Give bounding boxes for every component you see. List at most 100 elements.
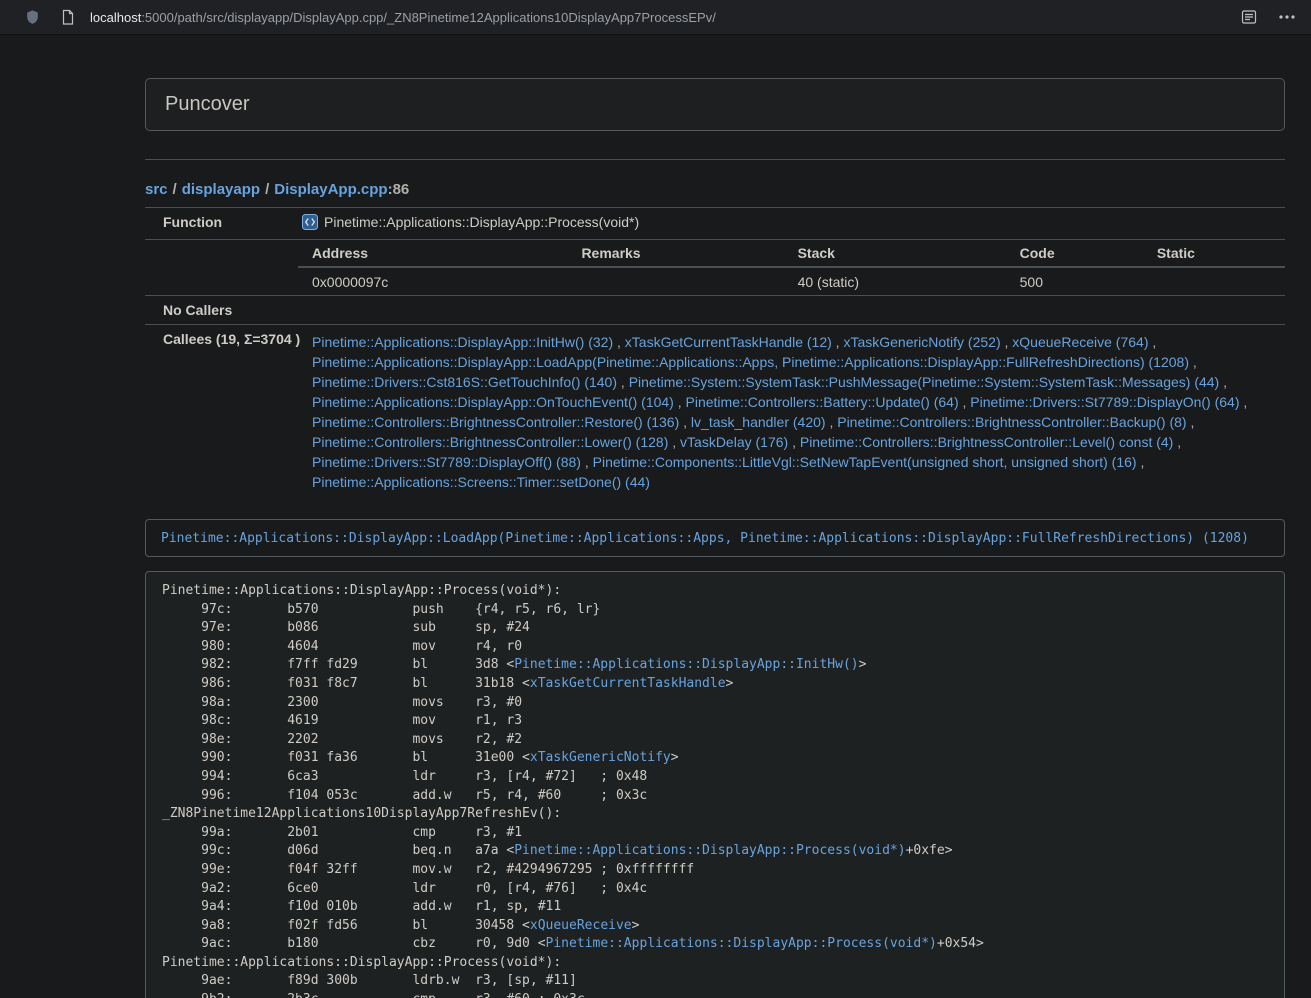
code-line: 9ae: f89d 300b ldrb.w r3, [sp, #11] — [162, 972, 1272, 991]
reading-list-icon-svg — [1241, 9, 1257, 25]
callee-separator: , — [581, 454, 593, 470]
code-line: 9a4: f10d 010b add.w r1, sp, #11 — [162, 898, 1272, 917]
callee-separator: , — [1173, 434, 1181, 450]
callee-link[interactable]: Pinetime::Controllers::BrightnessControl… — [800, 434, 1173, 450]
callee-link[interactable]: Pinetime::Applications::DisplayApp::OnTo… — [312, 394, 674, 410]
function-row-label: Function — [145, 208, 298, 240]
reading-list-icon[interactable] — [1239, 5, 1259, 29]
code-line: 9b2: 2b3c cmp r3, #60 ; 0x3c — [162, 991, 1272, 998]
callee-link[interactable]: xTaskGenericNotify (252) — [843, 334, 1000, 350]
shield-icon[interactable] — [22, 5, 42, 29]
code-line: 986: f031 f8c7 bl 31b18 <xTaskGetCurrent… — [162, 675, 1272, 694]
code-line: 99e: f04f 32ff mov.w r2, #4294967295 ; 0… — [162, 861, 1272, 880]
callee-separator: , — [668, 434, 680, 450]
code-symbol-link[interactable]: Pinetime::Applications::DisplayApp::Proc… — [546, 936, 937, 951]
code-line: Pinetime::Applications::DisplayApp::Proc… — [162, 954, 1272, 973]
stats-header-code: Code — [1006, 240, 1143, 267]
function-row: Function Pinetime::Applications::Display… — [145, 208, 1285, 240]
code-symbol-link[interactable]: xTaskGetCurrentTaskHandle — [530, 676, 726, 691]
disassembly-pre: Pinetime::Applications::DisplayApp::Proc… — [145, 571, 1285, 998]
callee-link[interactable]: xTaskGetCurrentTaskHandle (12) — [625, 334, 832, 350]
callee-link[interactable]: Pinetime::Applications::Screens::Timer::… — [312, 474, 650, 490]
callee-link[interactable]: Pinetime::Drivers::Cst816S::GetTouchInfo… — [312, 374, 617, 390]
shield-icon-svg — [24, 8, 41, 27]
callee-link[interactable]: vTaskDelay (176) — [680, 434, 788, 450]
callees-row: Callees (19, Σ=3704 ) Pinetime::Applicat… — [145, 325, 1285, 500]
stats-table: Address Remarks Stack Code Static 0x0000… — [298, 240, 1285, 295]
stats-cell: Address Remarks Stack Code Static 0x0000… — [298, 240, 1285, 296]
callee-link[interactable]: Pinetime::Controllers::BrightnessControl… — [837, 414, 1186, 430]
page-info-icon[interactable] — [58, 5, 78, 29]
callees-cell: Pinetime::Applications::DisplayApp::Init… — [298, 325, 1285, 500]
callee-separator: , — [617, 374, 629, 390]
callee-link[interactable]: Pinetime::Drivers::St7789::DisplayOff() … — [312, 454, 581, 470]
stats-address-value: 0x0000097c — [298, 267, 567, 295]
callee-separator: , — [1148, 334, 1156, 350]
code-line: 990: f031 fa36 bl 31e00 <xTaskGenericNot… — [162, 749, 1272, 768]
no-callers-cell — [298, 296, 1285, 325]
main-content: Puncover src / displayapp / DisplayApp.cpp:8… — [145, 78, 1285, 998]
callee-link[interactable]: Pinetime::Drivers::St7789::DisplayOn() (… — [970, 394, 1239, 410]
callee-link[interactable]: Pinetime::Components::LittleVgl::SetNewT… — [593, 454, 1137, 470]
callee-link[interactable]: Pinetime::Controllers::Battery::Update()… — [686, 394, 959, 410]
breadcrumb-link-file[interactable]: DisplayApp.cpp — [274, 181, 387, 198]
stats-header-stack: Stack — [784, 240, 1006, 267]
code-symbol-link[interactable]: Pinetime::Applications::DisplayApp::Init… — [514, 657, 858, 672]
code-line: 98c: 4619 mov r1, r3 — [162, 712, 1272, 731]
code-line: 99a: 2b01 cmp r3, #1 — [162, 824, 1272, 843]
callee-separator: , — [679, 414, 691, 430]
page-info-icon-svg — [61, 9, 75, 26]
function-name-cell: Pinetime::Applications::DisplayApp::Proc… — [298, 208, 1285, 240]
no-callers-row: No Callers — [145, 296, 1285, 325]
highlighted-symbol-link[interactable]: Pinetime::Applications::DisplayApp::Load… — [161, 531, 1249, 546]
callee-separator: , — [1001, 334, 1013, 350]
stats-header-address: Address — [298, 240, 567, 267]
callee-link[interactable]: Pinetime::Controllers::BrightnessControl… — [312, 434, 668, 450]
stats-row: Address Remarks Stack Code Static 0x0000… — [145, 240, 1285, 296]
stats-static-value — [1143, 267, 1285, 295]
url-path: :5000/path/src/displayapp/DisplayApp.cpp… — [141, 10, 716, 25]
stats-header-static: Static — [1143, 240, 1285, 267]
breadcrumb-link-src[interactable]: src — [145, 181, 168, 198]
callee-link[interactable]: xQueueReceive (764) — [1012, 334, 1148, 350]
url-bar[interactable]: localhost:5000/path/src/displayapp/Displ… — [90, 10, 1239, 25]
callee-link[interactable]: Pinetime::Applications::DisplayApp::Load… — [312, 354, 1189, 370]
code-line: 97e: b086 sub sp, #24 — [162, 619, 1272, 638]
stats-stack-value: 40 (static) — [784, 267, 1006, 295]
stats-values-row: 0x0000097c 40 (static) 500 — [298, 267, 1285, 295]
code-line: 97c: b570 push {r4, r5, r6, lr} — [162, 601, 1272, 620]
divider — [145, 159, 1285, 160]
callee-separator: , — [674, 394, 686, 410]
no-callers-label: No Callers — [145, 296, 298, 325]
callee-link[interactable]: Pinetime::Controllers::BrightnessControl… — [312, 414, 679, 430]
callee-link[interactable]: Pinetime::Applications::DisplayApp::Init… — [312, 334, 613, 350]
callees-label: Callees (19, Σ=3704 ) — [145, 325, 298, 500]
stats-code-value: 500 — [1006, 267, 1143, 295]
breadcrumb-separator: / — [173, 181, 177, 198]
stats-header-remarks: Remarks — [567, 240, 783, 267]
code-line: _ZN8Pinetime12Applications10DisplayApp7R… — [162, 805, 1272, 824]
code-symbol-link[interactable]: Pinetime::Applications::DisplayApp::Proc… — [514, 843, 905, 858]
callee-separator: , — [826, 414, 838, 430]
breadcrumb-line-number: :86 — [388, 181, 410, 198]
breadcrumb-separator: / — [265, 181, 269, 198]
code-line: 98e: 2202 movs r2, #2 — [162, 731, 1272, 750]
code-line: 982: f7ff fd29 bl 3d8 <Pinetime::Applica… — [162, 656, 1272, 675]
callee-separator: , — [959, 394, 971, 410]
callee-separator: , — [1137, 454, 1145, 470]
code-symbol-link[interactable]: xQueueReceive — [530, 918, 632, 933]
code-line: 994: 6ca3 ldr r3, [r4, #72] ; 0x48 — [162, 768, 1272, 787]
code-symbol-link[interactable]: xTaskGenericNotify — [530, 750, 671, 765]
breadcrumb-link-displayapp[interactable]: displayapp — [182, 181, 260, 198]
highlight-panel: Pinetime::Applications::DisplayApp::Load… — [145, 519, 1285, 557]
callee-link[interactable]: lv_task_handler (420) — [691, 414, 826, 430]
callee-separator: , — [1187, 414, 1195, 430]
code-line: Pinetime::Applications::DisplayApp::Proc… — [162, 582, 1272, 601]
code-line: 9a2: 6ce0 ldr r0, [r4, #76] ; 0x4c — [162, 880, 1272, 899]
code-line: 996: f104 053c add.w r5, r4, #60 ; 0x3c — [162, 787, 1272, 806]
callee-separator: , — [1189, 354, 1197, 370]
brand-link[interactable]: Puncover — [165, 93, 250, 115]
callee-separator: , — [613, 334, 625, 350]
more-menu-icon[interactable] — [1277, 5, 1297, 29]
callee-link[interactable]: Pinetime::System::SystemTask::PushMessag… — [629, 374, 1220, 390]
